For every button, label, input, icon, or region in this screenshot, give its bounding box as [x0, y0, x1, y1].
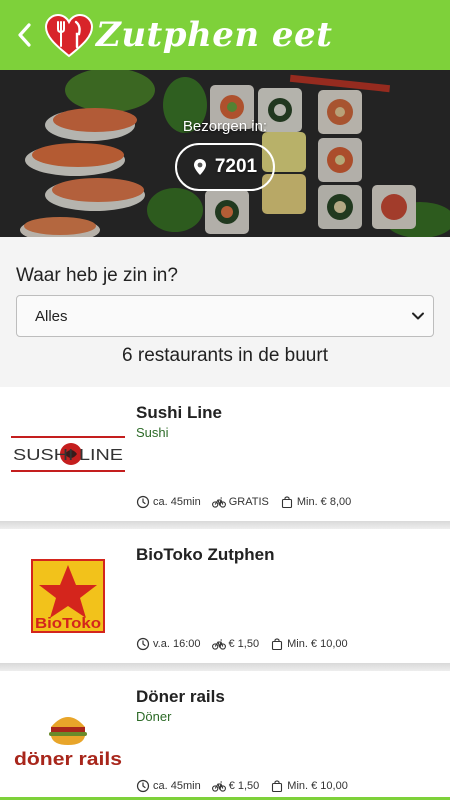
heart-logo-icon	[44, 14, 94, 58]
shopping-bag-icon	[272, 638, 283, 651]
bicycle-icon	[211, 781, 226, 792]
postcode-value: 7201	[214, 156, 258, 177]
restaurant-count: 6 restaurants in de buurt	[122, 345, 328, 366]
restaurant-card-doner-rails[interactable]: döner rails Döner rails Döner ca. 45min …	[0, 671, 450, 797]
restaurant-meta: ca. 45min € 1,50 Min. € 10,00	[136, 779, 359, 793]
delivery-time: ca. 45min	[153, 496, 201, 508]
restaurant-logo: SUSHI LINE	[10, 411, 126, 497]
cuisine-question: Waar heb je zin in?	[16, 265, 178, 286]
doner-rails-logo-text: döner rails	[14, 749, 122, 769]
top-bar: Zutphen eet	[0, 0, 450, 70]
delivery-cost: GRATIS	[228, 496, 269, 508]
restaurant-category: Döner	[136, 709, 172, 724]
delivery-time: ca. 45min	[153, 780, 201, 792]
restaurant-name: BioToko Zutphen	[136, 545, 275, 564]
restaurant-meta: ca. 45min GRATIS Min. € 8,00	[136, 495, 362, 509]
sushi-line-logo-text: SUSHI LINE	[13, 447, 123, 464]
shopping-bag-icon	[272, 780, 283, 793]
delivery-cost: € 1,50	[228, 780, 260, 792]
delivery-label: Bezorgen in:	[182, 118, 268, 135]
filter-section: Waar heb je zin in? Alles 6 restaurants …	[0, 237, 450, 387]
delivery-cost: € 1,50	[228, 638, 260, 650]
biotoko-logo-text: BioToko	[35, 615, 101, 632]
restaurant-name: Döner rails	[136, 687, 225, 706]
hero-banner: Bezorgen in: 7201	[0, 70, 450, 237]
minimum-order: Min. € 8,00	[296, 496, 352, 508]
chevron-left-icon	[18, 23, 31, 47]
sushi-line-logo-icon: SUSHI LINE	[11, 436, 125, 472]
minimum-order: Min. € 10,00	[287, 780, 348, 792]
restaurant-card-sushi-line[interactable]: SUSHI LINE Sushi Line Sushi ca. 45min GR…	[0, 387, 450, 521]
doner-rails-logo-icon: döner rails	[14, 717, 122, 769]
restaurant-logo: döner rails	[10, 695, 126, 781]
biotoko-logo-icon: BioToko	[31, 559, 105, 633]
delivery-time: v.a. 16:00	[153, 638, 201, 650]
clock-icon	[136, 495, 150, 509]
restaurant-category: Sushi	[136, 425, 169, 440]
clock-icon	[136, 779, 150, 793]
cuisine-select-value: Alles	[35, 307, 68, 325]
postcode-button[interactable]: 7201	[175, 143, 275, 191]
bicycle-icon	[211, 497, 226, 508]
minimum-order: Min. € 10,00	[287, 638, 348, 650]
restaurant-meta: v.a. 16:00 € 1,50 Min. € 10,00	[136, 637, 359, 651]
bicycle-icon	[211, 639, 226, 650]
cuisine-select[interactable]: Alles	[16, 295, 434, 337]
clock-icon	[136, 637, 150, 651]
card-divider	[0, 521, 450, 529]
back-button[interactable]	[10, 18, 38, 52]
restaurant-card-biotoko[interactable]: BioToko BioToko Zutphen v.a. 16:00 € 1,5…	[0, 529, 450, 663]
chevron-down-icon	[412, 312, 424, 320]
restaurant-logo: BioToko	[10, 553, 126, 639]
shopping-bag-icon	[281, 496, 292, 509]
app-brand-title: Zutphen eet	[96, 15, 333, 55]
restaurant-name: Sushi Line	[136, 403, 222, 422]
map-pin-icon	[193, 159, 206, 175]
card-divider	[0, 663, 450, 671]
